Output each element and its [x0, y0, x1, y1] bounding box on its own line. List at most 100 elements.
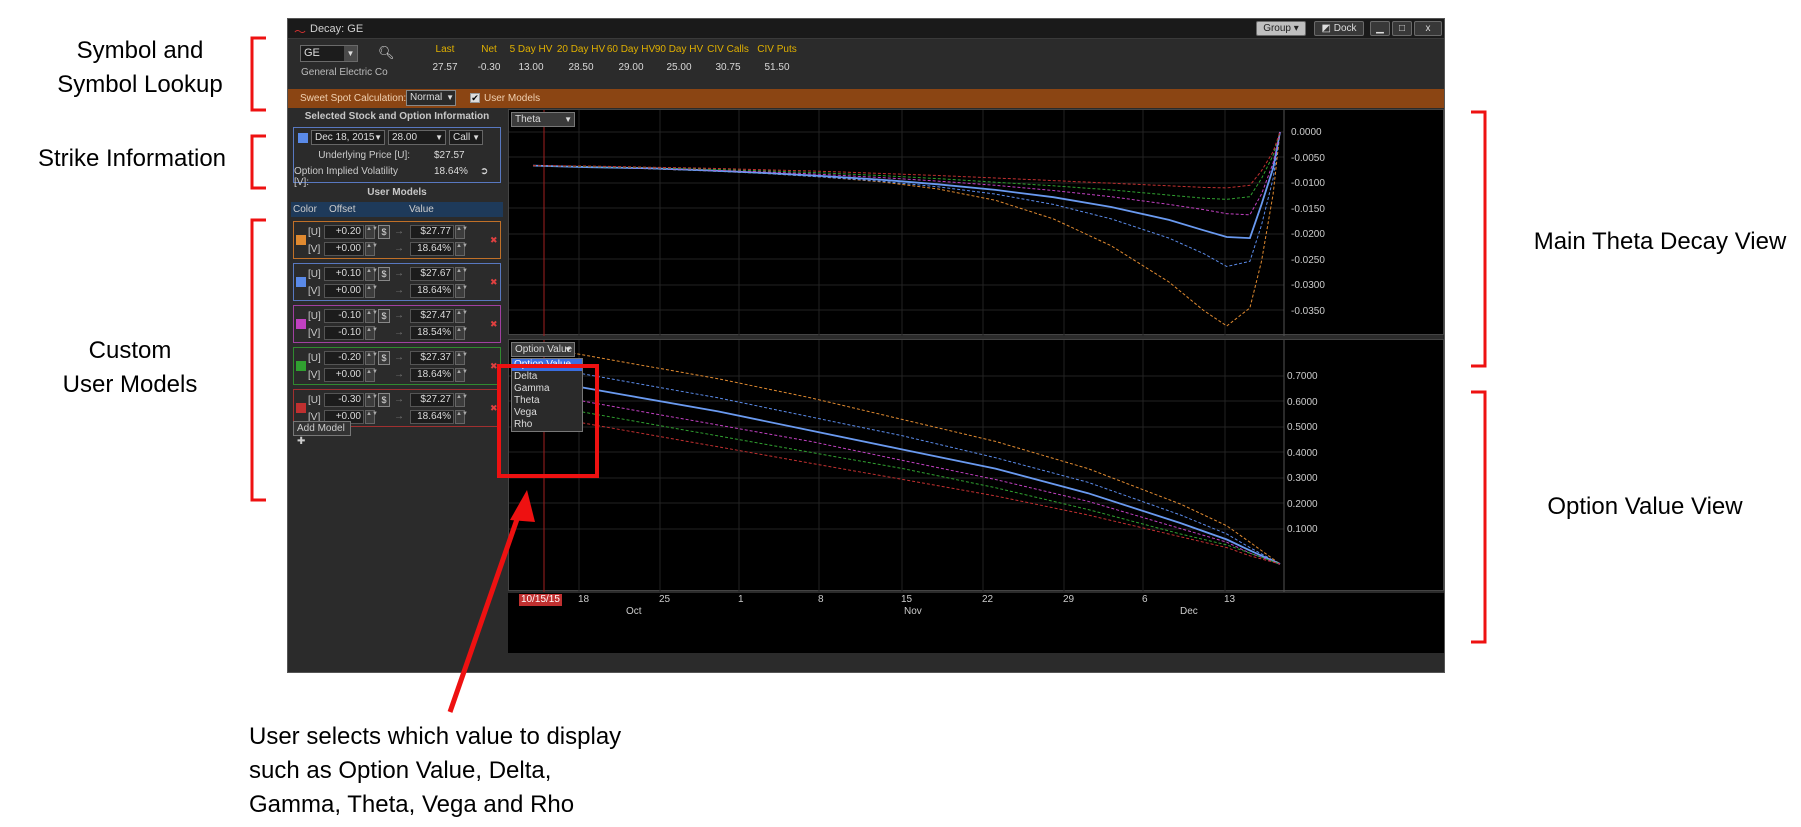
annotation-line: User Models	[62, 371, 198, 398]
chevron-down-icon: ▼	[564, 115, 572, 124]
bottom-chart-selector[interactable]: Option Value ▼	[511, 342, 575, 357]
user-model-0: [U] +0.20 ▲▼ $ → $27.77 ▲▼ [V] +0.00 ▲▼ → 18.64% ▲▼ ✖	[293, 221, 501, 259]
theta-chart[interactable]: Theta ▼ 0.0000 -0.0050 -0.0100 -0.0150 -0.020…	[508, 109, 1444, 336]
model-row-u: [U] +0.20 ▲▼ $ → $27.77 ▲▼	[308, 225, 498, 240]
dollar-toggle-button[interactable]: $	[378, 351, 390, 365]
option-type-value: Call	[453, 132, 471, 143]
offset-input[interactable]: -0.20	[324, 351, 364, 365]
offset-stepper-icon[interactable]: ▲▼	[365, 368, 378, 382]
top-chart-selector[interactable]: Theta ▼	[511, 112, 575, 127]
search-icon[interactable]: 🔍︎	[378, 45, 395, 61]
symbol-input[interactable]: GE ▼	[300, 45, 358, 62]
dollar-toggle-button[interactable]: $	[378, 393, 390, 407]
offset-stepper-icon[interactable]: ▲▼	[365, 225, 378, 239]
title-bar[interactable]: 〜 Decay: GE Group ▾ ◩ Dock ▁ □ x	[288, 19, 1444, 39]
annotation-main-theta: Main Theta Decay View	[1533, 228, 1787, 255]
value-stepper-icon[interactable]: ▲▼	[455, 410, 468, 424]
value-input[interactable]: 18.54%	[410, 326, 454, 340]
bracket-symbol-lookup	[250, 36, 266, 112]
dock-button[interactable]: ◩ Dock	[1314, 21, 1364, 36]
close-button[interactable]: x	[1414, 21, 1442, 36]
value-input[interactable]: 18.64%	[410, 284, 454, 298]
value-input[interactable]: $27.77	[410, 225, 454, 239]
value-stepper-icon[interactable]: ▲▼	[455, 309, 468, 323]
model-color-swatch[interactable]	[296, 403, 306, 413]
user-models-checkbox[interactable]: ✔	[470, 93, 480, 103]
month-label: Nov	[904, 606, 922, 617]
offset-input[interactable]: -0.30	[324, 393, 364, 407]
value-stepper-icon[interactable]: ▲▼	[455, 242, 468, 256]
strike-value: 28.00	[392, 132, 418, 143]
offset-input[interactable]: +0.00	[324, 368, 364, 382]
offset-input[interactable]: -0.10	[324, 309, 364, 323]
strike-select[interactable]: 28.00 ▼	[388, 130, 446, 145]
offset-stepper-icon[interactable]: ▲▼	[365, 393, 378, 407]
value-stepper-icon[interactable]: ▲▼	[455, 351, 468, 365]
minimize-button[interactable]: ▁	[1370, 21, 1390, 36]
minimize-icon: ▁	[1376, 23, 1384, 34]
model-tag: [U]	[308, 395, 321, 406]
offset-stepper-icon[interactable]: ▲▼	[365, 267, 378, 281]
arrow-right-icon: →	[394, 285, 404, 296]
model-color-swatch[interactable]	[296, 277, 306, 287]
date-tick-label: 18	[578, 594, 590, 605]
refresh-icon[interactable]: ➲	[480, 166, 488, 177]
value-stepper-icon[interactable]: ▲▼	[455, 284, 468, 298]
option-type-select[interactable]: Call ▼	[449, 130, 483, 145]
model-color-swatch[interactable]	[296, 361, 306, 371]
remove-model-icon[interactable]: ✖	[490, 235, 498, 246]
value-stepper-icon[interactable]: ▲▼	[455, 225, 468, 239]
value-input[interactable]: $27.27	[410, 393, 454, 407]
expiry-select[interactable]: Dec 18, 2015 ▼	[311, 130, 385, 145]
dollar-toggle-button[interactable]: $	[378, 309, 390, 323]
offset-stepper-icon[interactable]: ▲▼	[365, 309, 378, 323]
value-stepper-icon[interactable]: ▲▼	[455, 368, 468, 382]
offset-input[interactable]: +0.10	[324, 267, 364, 281]
sweet-spot-value: Normal	[410, 92, 443, 103]
date-tick-label: 1	[738, 594, 744, 605]
offset-stepper-icon[interactable]: ▲▼	[365, 410, 378, 424]
date-axis: 10/15/15 18 25 1 8 15 22 29 6 13 Oct Nov Dec	[508, 593, 1444, 653]
dollar-toggle-button[interactable]: $	[378, 267, 390, 281]
y-tick-label: -0.0300	[1291, 280, 1325, 291]
offset-stepper-icon[interactable]: ▲▼	[365, 284, 378, 298]
value-stepper-icon[interactable]: ▲▼	[455, 393, 468, 407]
model-tag: [U]	[308, 269, 321, 280]
y-tick-label: 0.2000	[1287, 498, 1318, 510]
selected-color-swatch[interactable]	[298, 133, 308, 143]
maximize-button[interactable]: □	[1392, 21, 1412, 36]
value-input[interactable]: $27.47	[410, 309, 454, 323]
value-input[interactable]: 18.64%	[410, 410, 454, 424]
value-stepper-icon[interactable]: ▲▼	[455, 326, 468, 340]
offset-stepper-icon[interactable]: ▲▼	[365, 326, 378, 340]
model-color-swatch[interactable]	[296, 319, 306, 329]
add-model-button[interactable]: Add Model ✚	[293, 421, 351, 447]
model-color-swatch[interactable]	[296, 235, 306, 245]
annotation-line: such as Option Value, Delta,	[249, 757, 552, 784]
model-row-u: [U] -0.10 ▲▼ $ → $27.47 ▲▼	[308, 309, 498, 324]
option-value-chart[interactable]: Option Value ▼ Option Value Delta Gamma Thet…	[508, 339, 1444, 592]
annotation-strike-info: Strike Information	[37, 145, 227, 172]
value-input[interactable]: $27.67	[410, 267, 454, 281]
sweet-spot-select[interactable]: Normal ▼	[406, 90, 456, 106]
offset-stepper-icon[interactable]: ▲▼	[365, 242, 378, 256]
offset-input[interactable]: -0.10	[324, 326, 364, 340]
group-button[interactable]: Group ▾	[1256, 21, 1306, 36]
dollar-toggle-button[interactable]: $	[378, 225, 390, 239]
offset-stepper-icon[interactable]: ▲▼	[365, 351, 378, 365]
value-input[interactable]: $27.37	[410, 351, 454, 365]
remove-model-icon[interactable]: ✖	[490, 277, 498, 288]
offset-input[interactable]: +0.00	[324, 242, 364, 256]
remove-model-icon[interactable]: ✖	[490, 319, 498, 330]
offset-input[interactable]: +0.20	[324, 225, 364, 239]
offset-input[interactable]: +0.00	[324, 284, 364, 298]
model-tag: [V]	[308, 370, 321, 381]
current-date-badge: 10/15/15	[519, 594, 562, 606]
col-color: Color	[293, 204, 317, 215]
chevron-down-icon[interactable]: ▼	[344, 46, 357, 61]
value-stepper-icon[interactable]: ▲▼	[455, 267, 468, 281]
model-tag: [U]	[308, 311, 321, 322]
col-offset: Offset	[329, 204, 356, 215]
value-input[interactable]: 18.64%	[410, 368, 454, 382]
value-input[interactable]: 18.64%	[410, 242, 454, 256]
